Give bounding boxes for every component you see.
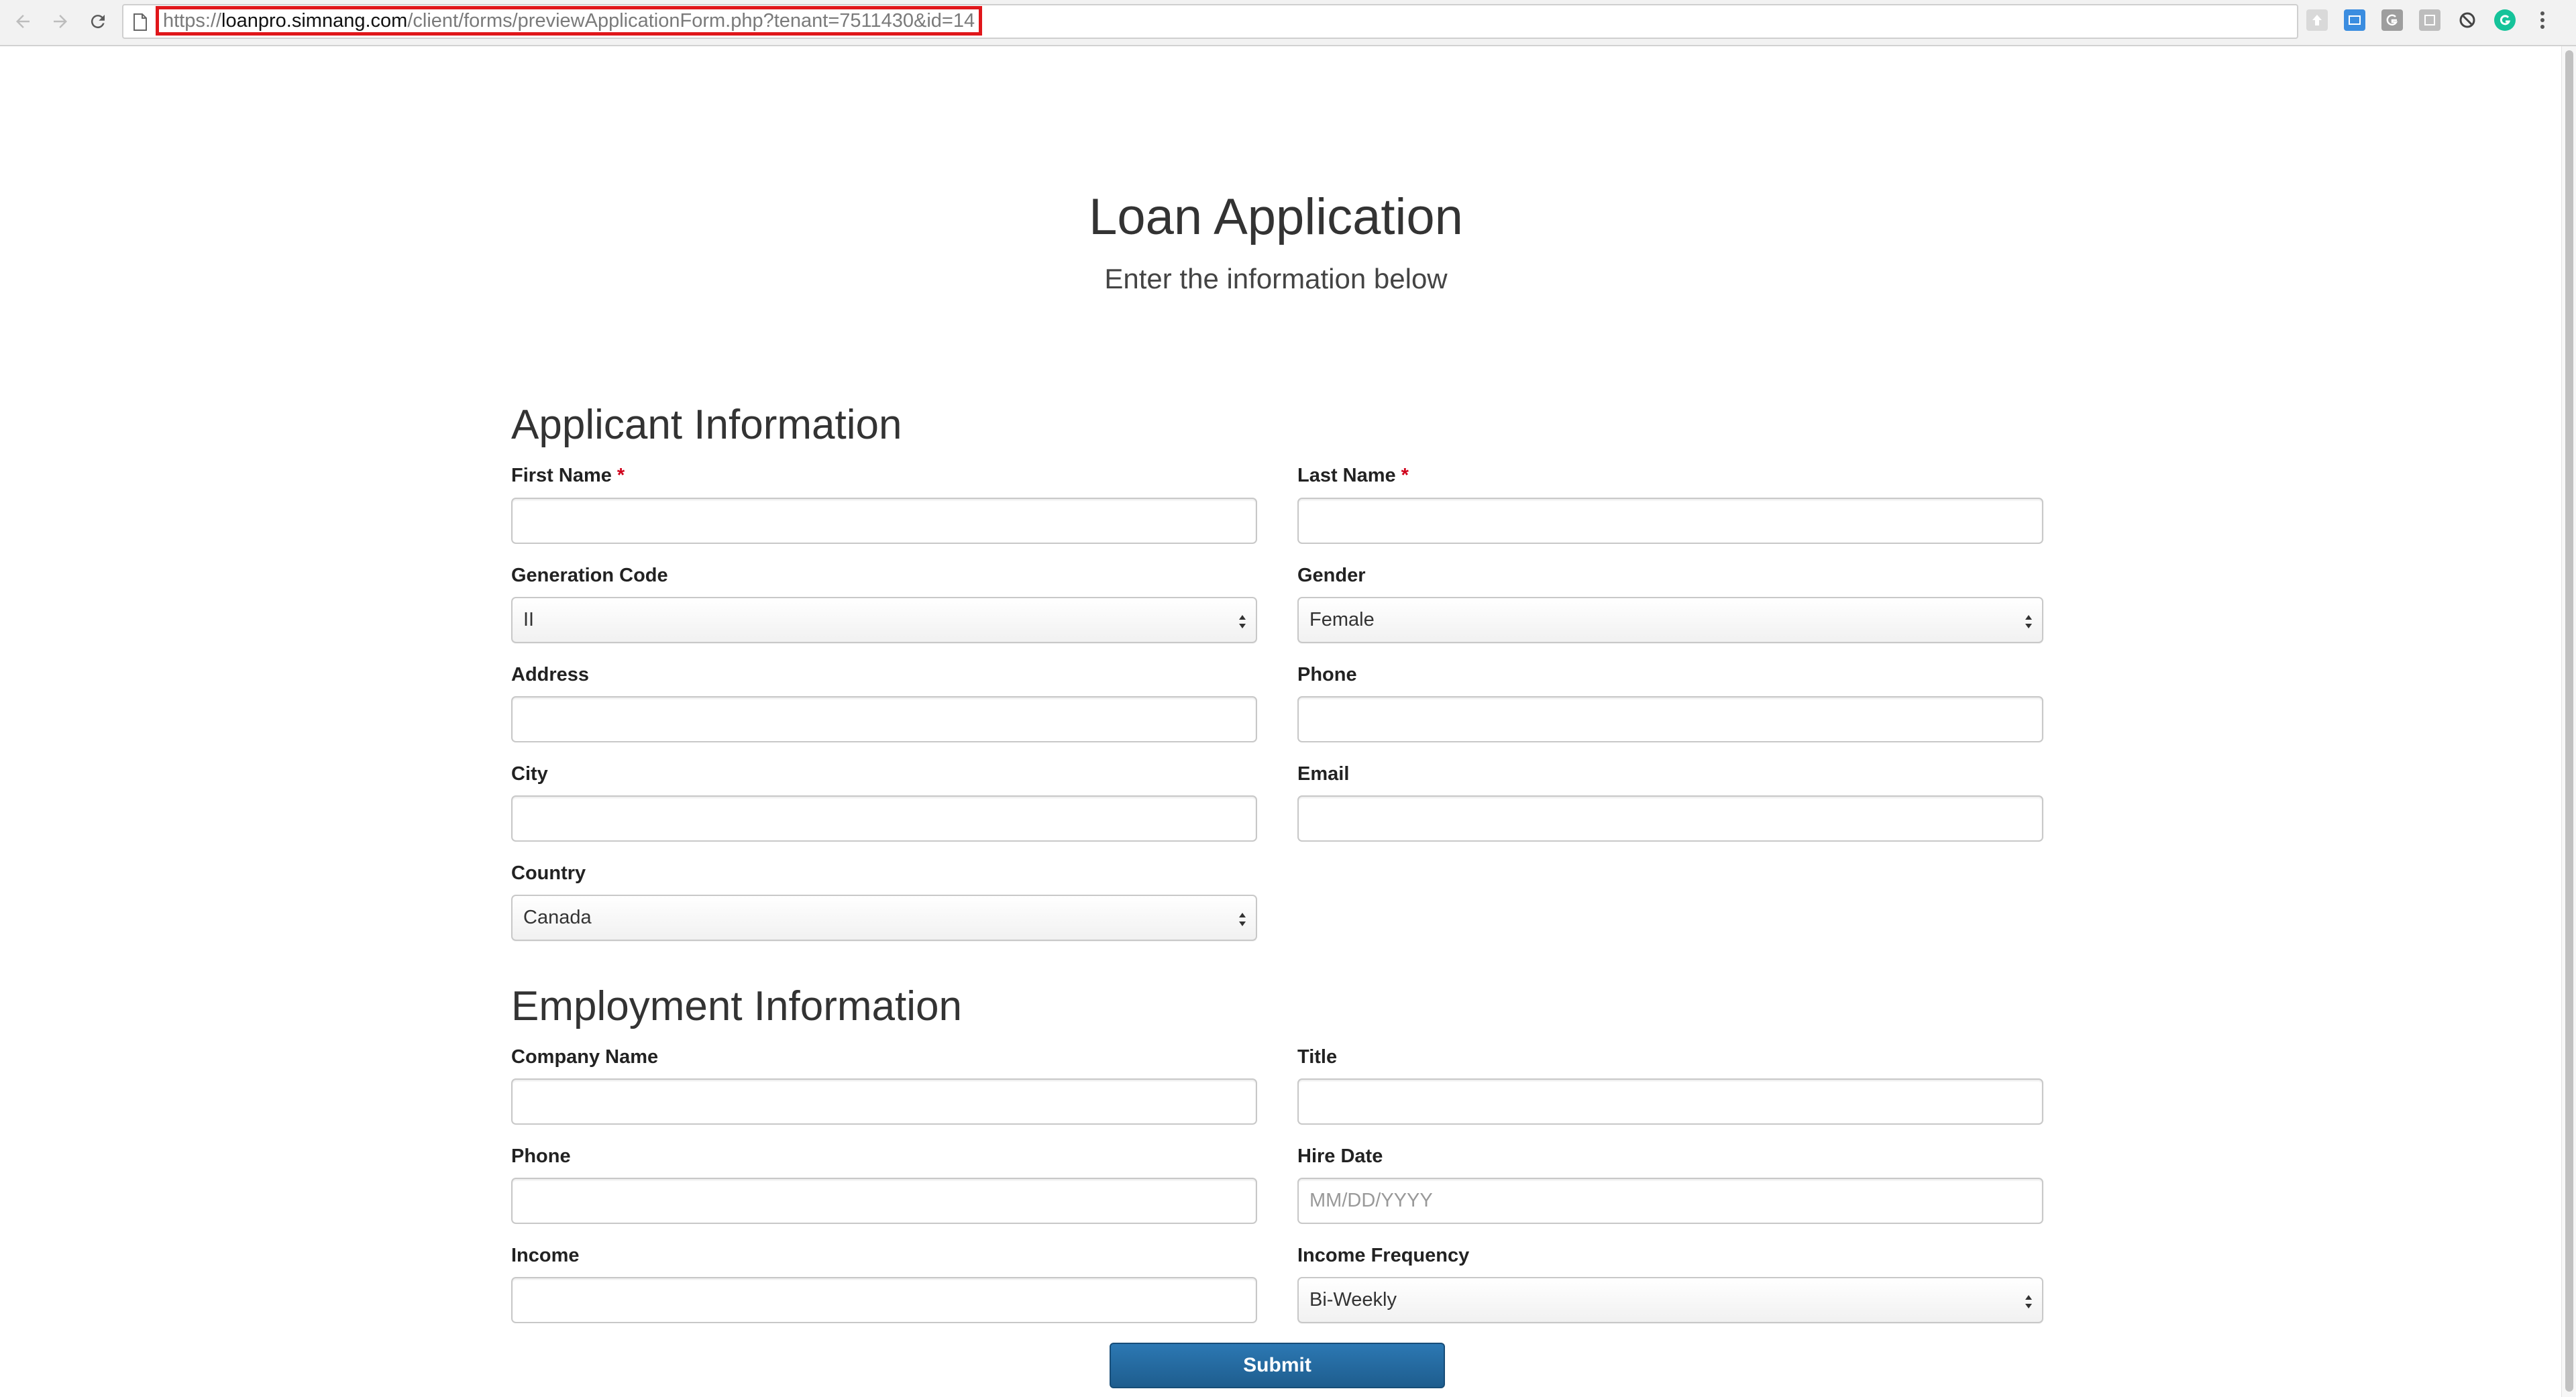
required-marker: * — [1401, 465, 1409, 486]
generation-code-label: Generation Code — [511, 565, 668, 586]
country-label: Country — [511, 862, 586, 884]
country-select[interactable]: Canada — [511, 895, 1257, 941]
url-host: loanpro.simnang.com — [221, 9, 408, 32]
job-title-field[interactable] — [1297, 1078, 2043, 1125]
extension-icon[interactable] — [2381, 9, 2403, 31]
phone-label: Phone — [1297, 664, 1357, 685]
url-path: /client/forms/previewApplicationForm.php… — [407, 9, 975, 32]
generation-code-value: II — [523, 609, 535, 630]
employer-phone-label: Phone — [511, 1145, 571, 1167]
reload-icon[interactable] — [85, 8, 111, 35]
gender-label: Gender — [1297, 565, 1366, 586]
email-field[interactable] — [1297, 795, 2043, 842]
applicant-section-heading: Applicant Information — [511, 402, 902, 448]
scrollbar-thumb[interactable] — [2565, 50, 2573, 1392]
menu-kebab-icon[interactable] — [2532, 9, 2553, 31]
page-scrollbar[interactable] — [2561, 46, 2576, 1397]
company-name-field[interactable] — [511, 1078, 1257, 1125]
first-name-label: First Name * — [511, 465, 625, 487]
gender-select[interactable]: Female — [1297, 597, 2043, 643]
hire-date-label: Hire Date — [1297, 1145, 1383, 1167]
hire-date-placeholder: MM/DD/YYYY — [1309, 1190, 1433, 1211]
required-marker: * — [616, 465, 625, 486]
grammarly-icon[interactable] — [2494, 9, 2516, 31]
select-arrows-icon — [1239, 615, 1246, 628]
income-frequency-value: Bi-Weekly — [1309, 1289, 1397, 1310]
extension-icon[interactable] — [2344, 9, 2365, 31]
employer-phone-field[interactable] — [511, 1178, 1257, 1224]
select-arrows-icon — [2025, 1295, 2032, 1308]
income-label: Income — [511, 1245, 580, 1266]
income-field[interactable] — [511, 1277, 1257, 1323]
company-name-label: Company Name — [511, 1046, 659, 1068]
back-icon[interactable] — [9, 8, 36, 35]
city-label: City — [511, 763, 548, 785]
browser-toolbar: https://loanpro.simnang.com/client/forms… — [0, 0, 2576, 46]
country-value: Canada — [523, 907, 592, 928]
employment-section-heading: Employment Information — [511, 983, 962, 1029]
address-field[interactable] — [511, 696, 1257, 742]
gender-value: Female — [1309, 609, 1375, 630]
page-icon — [133, 13, 147, 31]
page-subtitle: Enter the information below — [1104, 263, 1448, 294]
extension-icon[interactable] — [2306, 9, 2328, 31]
select-arrows-icon — [2025, 615, 2032, 628]
last-name-field[interactable] — [1297, 498, 2043, 544]
first-name-field[interactable] — [511, 498, 1257, 544]
generation-code-select[interactable]: II — [511, 597, 1257, 643]
email-label: Email — [1297, 763, 1350, 785]
income-frequency-select[interactable]: Bi-Weekly — [1297, 1277, 2043, 1323]
income-frequency-label: Income Frequency — [1297, 1245, 1470, 1266]
forward-icon[interactable] — [47, 8, 74, 35]
phone-field[interactable] — [1297, 696, 2043, 742]
address-bar[interactable]: https://loanpro.simnang.com/client/forms… — [122, 4, 2298, 39]
sync-icon[interactable] — [2457, 9, 2478, 31]
url-text[interactable]: https://loanpro.simnang.com/client/forms… — [156, 6, 983, 36]
hire-date-field[interactable]: MM/DD/YYYY — [1297, 1178, 2043, 1224]
url-scheme: https:// — [163, 9, 222, 32]
first-name-label-text: First Name — [511, 465, 612, 486]
last-name-label: Last Name * — [1297, 465, 1409, 487]
job-title-label: Title — [1297, 1046, 1338, 1068]
address-label: Address — [511, 664, 590, 685]
select-arrows-icon — [1239, 913, 1246, 926]
extension-icon[interactable] — [2419, 9, 2440, 31]
submit-button[interactable]: Submit — [1110, 1343, 1445, 1388]
city-field[interactable] — [511, 795, 1257, 842]
page-title: Loan Application — [1089, 188, 1463, 245]
last-name-label-text: Last Name — [1297, 465, 1396, 486]
